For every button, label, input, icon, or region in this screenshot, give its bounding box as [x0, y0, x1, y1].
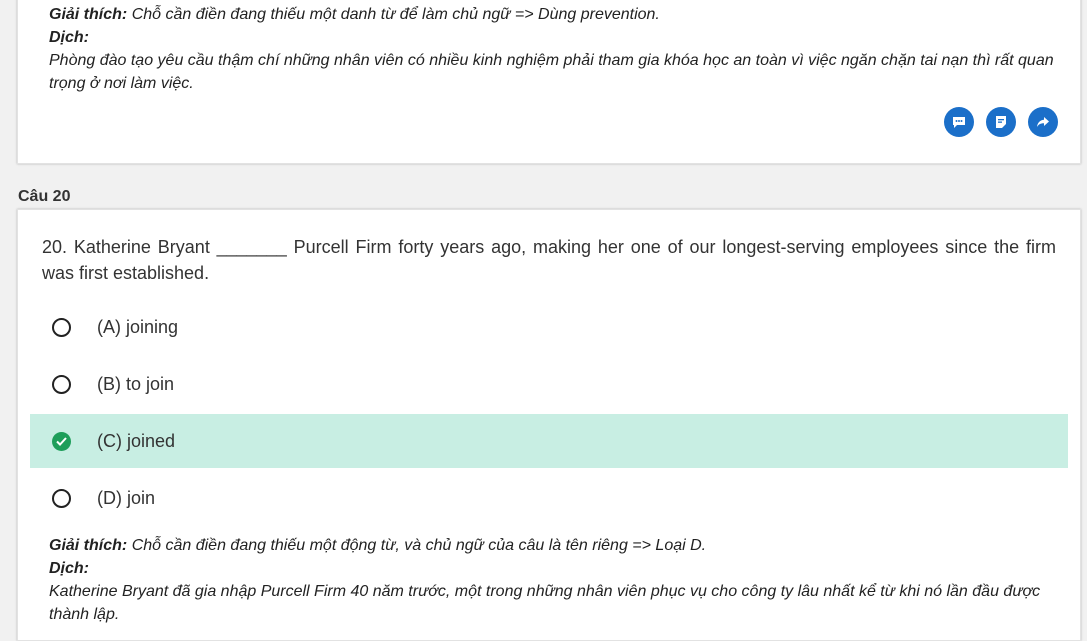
comment-button[interactable]	[944, 107, 974, 137]
share-icon	[1037, 117, 1049, 127]
option-d[interactable]: (D) join	[30, 471, 1068, 525]
option-label: (C) joined	[97, 430, 176, 451]
explanation-text: Chỗ cần điền đang thiếu một danh từ để l…	[131, 6, 660, 23]
previous-question-card: Giải thích: Chỗ cần điền đang thiếu một …	[17, 0, 1081, 164]
comment-icon	[953, 117, 965, 128]
question-number-heading: Câu 20	[18, 188, 71, 205]
option-label: (A) joining	[97, 316, 179, 337]
translation-label: Dịch:	[49, 560, 89, 577]
note-icon	[996, 116, 1006, 128]
option-label: (D) join	[97, 487, 156, 508]
question-text: 20. Katherine Bryant _______ Purcell Fir…	[42, 237, 1056, 283]
question-card: 20. Katherine Bryant _______ Purcell Fir…	[17, 209, 1081, 641]
option-c[interactable]: (C) joined	[30, 414, 1068, 468]
question-explanation: Giải thích: Chỗ cần điền đang thiếu một …	[49, 534, 1059, 626]
check-circle-icon[interactable]	[52, 431, 71, 451]
radio-icon[interactable]	[52, 317, 71, 337]
translation-label: Dịch:	[49, 29, 89, 46]
previous-explanation: Giải thích: Chỗ cần điền đang thiếu một …	[49, 3, 1059, 95]
translation-text: Katherine Bryant đã gia nhập Purcell Fir…	[49, 583, 1041, 623]
option-a[interactable]: (A) joining	[30, 300, 1068, 354]
share-button[interactable]	[1028, 107, 1058, 137]
radio-icon[interactable]	[52, 488, 71, 508]
explanation-label: Giải thích:	[49, 537, 128, 554]
option-label: (B) to join	[97, 373, 175, 394]
action-buttons	[944, 107, 1058, 137]
translation-text: Phòng đào tạo yêu cầu thậm chí những nhâ…	[49, 52, 1054, 92]
note-button[interactable]	[986, 107, 1016, 137]
explanation-label: Giải thích:	[49, 6, 128, 23]
option-b[interactable]: (B) to join	[30, 357, 1068, 411]
radio-icon[interactable]	[52, 374, 71, 394]
explanation-text: Chỗ cần điền đang thiếu một động từ, và …	[131, 537, 707, 554]
